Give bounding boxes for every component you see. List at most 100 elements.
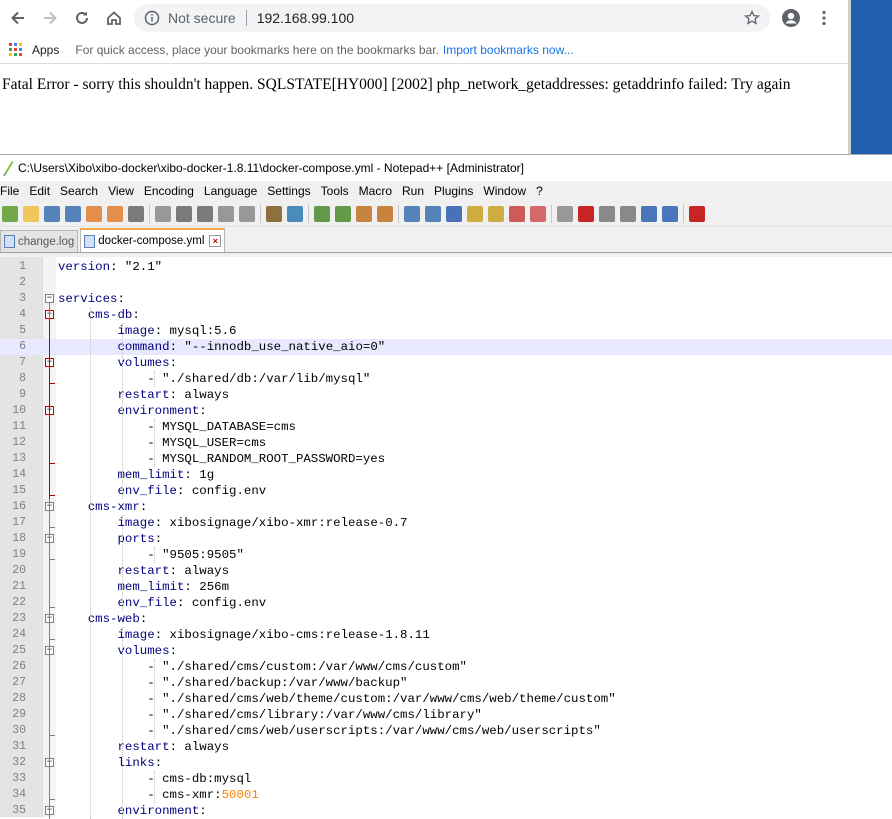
- code-line[interactable]: 29 - "./shared/cms/library:/var/www/cms/…: [0, 707, 892, 723]
- folder-icon[interactable]: [530, 205, 546, 222]
- home-button[interactable]: [100, 4, 128, 32]
- zoom-in-icon[interactable]: [314, 205, 330, 222]
- menu-item[interactable]: View: [108, 184, 139, 198]
- code-line[interactable]: 15 env_file: config.env: [0, 483, 892, 499]
- menu-item[interactable]: File: [0, 184, 24, 198]
- code-line[interactable]: 26 - "./shared/cms/custom:/var/www/cms/c…: [0, 659, 892, 675]
- code-line[interactable]: 13 - MYSQL_RANDOM_ROOT_PASSWORD=yes: [0, 451, 892, 467]
- code-line[interactable]: 14 mem_limit: 1g: [0, 467, 892, 483]
- code-line[interactable]: 17 image: xibosignage/xibo-xmr:release-0…: [0, 515, 892, 531]
- menu-kebab-icon[interactable]: [818, 10, 830, 26]
- reload-button[interactable]: [68, 4, 96, 32]
- replace-icon[interactable]: [287, 205, 303, 222]
- show-all-icon[interactable]: [425, 205, 441, 222]
- code-line[interactable]: 35 environment:: [0, 803, 892, 819]
- function-list-icon[interactable]: [509, 205, 525, 222]
- code-line[interactable]: 11 - MYSQL_DATABASE=cms: [0, 419, 892, 435]
- code-line[interactable]: 25 volumes:: [0, 643, 892, 659]
- close-tab-icon[interactable]: ×: [209, 235, 222, 247]
- url-text[interactable]: 192.168.99.100: [257, 10, 354, 26]
- code-line[interactable]: 1 version: "2.1": [0, 259, 892, 275]
- cut-icon[interactable]: [155, 205, 171, 222]
- spell-check-icon[interactable]: [689, 205, 705, 222]
- code-editor[interactable]: 1 version: "2.1" 2 3 services: 4 cms-db: 5 ima…: [0, 257, 892, 819]
- menu-item[interactable]: Language: [204, 184, 262, 198]
- security-label[interactable]: Not secure: [168, 10, 236, 26]
- code-line[interactable]: 33 - cms-db:mysql: [0, 771, 892, 787]
- code-line[interactable]: 2: [0, 275, 892, 291]
- menu-item[interactable]: Run: [402, 184, 429, 198]
- doc-map-icon[interactable]: [488, 205, 504, 222]
- menu-item[interactable]: Window: [483, 184, 531, 198]
- code-line[interactable]: 31 restart: always: [0, 739, 892, 755]
- zoom-out-icon[interactable]: [335, 205, 351, 222]
- code-line[interactable]: 21 mem_limit: 256m: [0, 579, 892, 595]
- code-line[interactable]: 5 image: mysql:5.6: [0, 323, 892, 339]
- menu-item[interactable]: Edit: [29, 184, 55, 198]
- print-icon[interactable]: [128, 205, 144, 222]
- run-macro-icon[interactable]: [641, 205, 657, 222]
- undo-icon[interactable]: [218, 205, 234, 222]
- play-macro-icon[interactable]: [620, 205, 636, 222]
- save-all-icon[interactable]: [65, 205, 81, 222]
- code-line[interactable]: 22 env_file: config.env: [0, 595, 892, 611]
- code-line[interactable]: 3 services:: [0, 291, 892, 307]
- menu-item[interactable]: Encoding: [144, 184, 199, 198]
- code-line[interactable]: 4 cms-db:: [0, 307, 892, 323]
- record-macro-icon[interactable]: [578, 205, 594, 222]
- code-line[interactable]: 12 - MYSQL_USER=cms: [0, 435, 892, 451]
- code-line[interactable]: 27 - "./shared/backup:/var/www/backup": [0, 675, 892, 691]
- code-line[interactable]: 28 - "./shared/cms/web/theme/custom:/var…: [0, 691, 892, 707]
- lang-icon[interactable]: [467, 205, 483, 222]
- menu-item[interactable]: Search: [60, 184, 103, 198]
- menu-item[interactable]: Plugins: [434, 184, 478, 198]
- menu-item[interactable]: Macro: [359, 184, 397, 198]
- paste-icon[interactable]: [197, 205, 213, 222]
- line-number: 11: [12, 420, 26, 433]
- fold-toggle-icon[interactable]: −: [45, 294, 54, 303]
- tab-docker-compose[interactable]: docker-compose.yml ×: [80, 228, 226, 252]
- redo-icon[interactable]: [239, 205, 255, 222]
- code-line[interactable]: 24 image: xibosignage/xibo-cms:release-1…: [0, 627, 892, 643]
- menu-item[interactable]: ?: [536, 184, 548, 198]
- save-macro-icon[interactable]: [662, 205, 678, 222]
- close-all-icon[interactable]: [107, 205, 123, 222]
- back-button[interactable]: [4, 4, 32, 32]
- code-line[interactable]: 7 volumes:: [0, 355, 892, 371]
- menu-item[interactable]: Tools: [321, 184, 354, 198]
- wrap-icon[interactable]: [404, 205, 420, 222]
- apps-link[interactable]: Apps: [32, 43, 59, 57]
- sync-h-icon[interactable]: [377, 205, 393, 222]
- tab-change-log[interactable]: change.log: [0, 230, 79, 252]
- code-line[interactable]: 19 - "9505:9505": [0, 547, 892, 563]
- code-line[interactable]: 9 restart: always: [0, 387, 892, 403]
- save-icon[interactable]: [44, 205, 60, 222]
- code-line[interactable]: 6 command: "--innodb_use_native_aio=0": [0, 339, 892, 355]
- code-line[interactable]: 23 cms-web:: [0, 611, 892, 627]
- menu-item[interactable]: Settings: [267, 184, 315, 198]
- fold-end-mark: [49, 495, 55, 496]
- code-line[interactable]: 34 - cms-xmr:50001: [0, 787, 892, 803]
- bookmark-star-icon[interactable]: [744, 10, 760, 26]
- import-bookmarks-link[interactable]: Import bookmarks now...: [443, 43, 574, 57]
- code-line[interactable]: 10 environment:: [0, 403, 892, 419]
- address-bar[interactable]: Not secure 192.168.99.100: [134, 4, 770, 32]
- indent-guide-icon[interactable]: [446, 205, 462, 222]
- code-line[interactable]: 20 restart: always: [0, 563, 892, 579]
- profile-icon[interactable]: [781, 8, 801, 28]
- new-file-icon[interactable]: [2, 205, 18, 222]
- code-line[interactable]: 32 links:: [0, 755, 892, 771]
- open-file-icon[interactable]: [23, 205, 39, 222]
- forward-button[interactable]: [36, 4, 64, 32]
- close-icon[interactable]: [86, 205, 102, 222]
- apps-grid-icon[interactable]: [9, 43, 22, 56]
- code-line[interactable]: 8 - "./shared/db:/var/lib/mysql": [0, 371, 892, 387]
- code-line[interactable]: 16 cms-xmr:: [0, 499, 892, 515]
- copy-icon[interactable]: [176, 205, 192, 222]
- find-icon[interactable]: [266, 205, 282, 222]
- sync-v-icon[interactable]: [356, 205, 372, 222]
- stop-macro-icon[interactable]: [599, 205, 615, 222]
- code-line[interactable]: 30 - "./shared/cms/web/userscripts:/var/…: [0, 723, 892, 739]
- monitor-icon[interactable]: [557, 205, 573, 222]
- code-line[interactable]: 18 ports:: [0, 531, 892, 547]
